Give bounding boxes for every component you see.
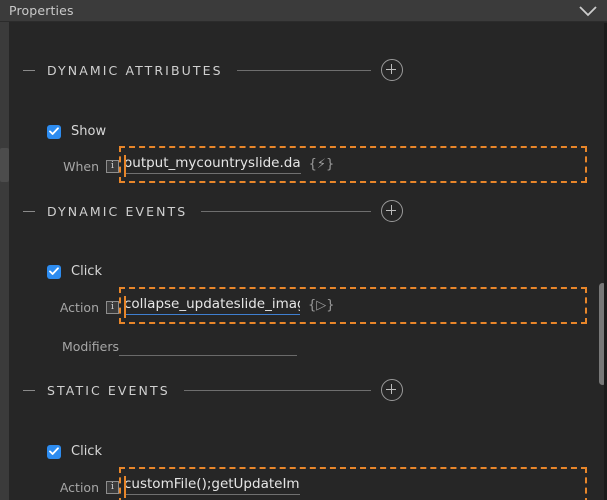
checkbox-row-click-static[interactable]: Click (47, 444, 102, 459)
info-icon-action-static[interactable]: i (106, 480, 119, 494)
field-label-row-when: When i (53, 155, 119, 177)
section-header-static-events: STATIC EVENTS (9, 377, 597, 403)
binding-box-when[interactable]: output_mycountryslide.da {⚡} (119, 146, 587, 183)
checkbox-label-click-static: Click (71, 444, 102, 459)
lightning-bolt-icon[interactable]: {⚡} (309, 157, 335, 174)
field-label-row-action-static: Action i (43, 476, 119, 498)
field-label-action-dynamic: Action (59, 299, 99, 315)
properties-panel: Properties DYNAMIC ATTRIBUTES Show When … (0, 0, 607, 500)
info-icon-action-dynamic[interactable]: i (106, 300, 119, 314)
field-input-modifiers[interactable] (119, 355, 297, 356)
field-label-row-modifiers: Modifiers (43, 335, 119, 357)
text-caret (124, 476, 126, 498)
field-label-row-action-dynamic: Action i (43, 296, 119, 318)
field-label-modifiers: Modifiers (61, 338, 119, 354)
section-header-dynamic-attributes: DYNAMIC ATTRIBUTES (9, 57, 597, 83)
plus-circle-icon[interactable] (381, 379, 403, 401)
checkbox-show[interactable] (47, 124, 61, 139)
field-value-action-dynamic[interactable]: collapse_updateslide_imag (124, 296, 300, 315)
binding-content-when: output_mycountryslide.da {⚡} (124, 155, 334, 174)
minus-icon[interactable] (23, 210, 35, 212)
play-triangle-icon[interactable]: {▷} (308, 298, 335, 315)
section-divider (236, 69, 371, 71)
section-divider (201, 210, 371, 212)
minus-icon[interactable] (23, 389, 35, 391)
text-caret (124, 155, 126, 177)
section-title: DYNAMIC EVENTS (47, 203, 188, 219)
section-title: DYNAMIC ATTRIBUTES (47, 62, 223, 78)
checkbox-click-static[interactable] (47, 444, 61, 459)
minus-icon[interactable] (23, 69, 35, 71)
binding-content-action-dynamic: collapse_updateslide_imag {▷} (124, 296, 335, 315)
info-icon-when[interactable]: i (106, 159, 119, 173)
panel-title: Properties (9, 3, 74, 18)
panel-left-gutter (0, 22, 9, 500)
binding-content-action-static: customFile();getUpdateIm (124, 476, 300, 495)
checkbox-click-dynamic[interactable] (47, 264, 61, 279)
section-title: STATIC EVENTS (47, 382, 170, 398)
field-value-action-static[interactable]: customFile();getUpdateIm (124, 476, 300, 495)
properties-content: DYNAMIC ATTRIBUTES Show When i output_my… (9, 23, 597, 500)
text-caret (124, 296, 126, 318)
checkbox-row-click-dynamic[interactable]: Click (47, 264, 102, 279)
plus-circle-icon[interactable] (381, 200, 403, 222)
gutter-drag-handle[interactable] (0, 148, 9, 182)
section-header-dynamic-events: DYNAMIC EVENTS (9, 198, 597, 224)
field-value-when[interactable]: output_mycountryslide.da (124, 155, 301, 174)
checkbox-label-click-dynamic: Click (71, 264, 102, 279)
binding-box-action-static[interactable]: customFile();getUpdateIm (119, 467, 587, 500)
field-label-when: When (63, 158, 99, 174)
binding-box-action-dynamic[interactable]: collapse_updateslide_imag {▷} (119, 287, 587, 324)
panel-titlebar: Properties (0, 0, 607, 22)
chevron-down-icon[interactable] (571, 0, 605, 22)
section-divider (183, 389, 371, 391)
plus-circle-icon[interactable] (381, 59, 403, 81)
checkbox-label-show: Show (71, 124, 107, 139)
field-label-action-static: Action (59, 479, 99, 495)
checkbox-row-show[interactable]: Show (47, 124, 106, 139)
